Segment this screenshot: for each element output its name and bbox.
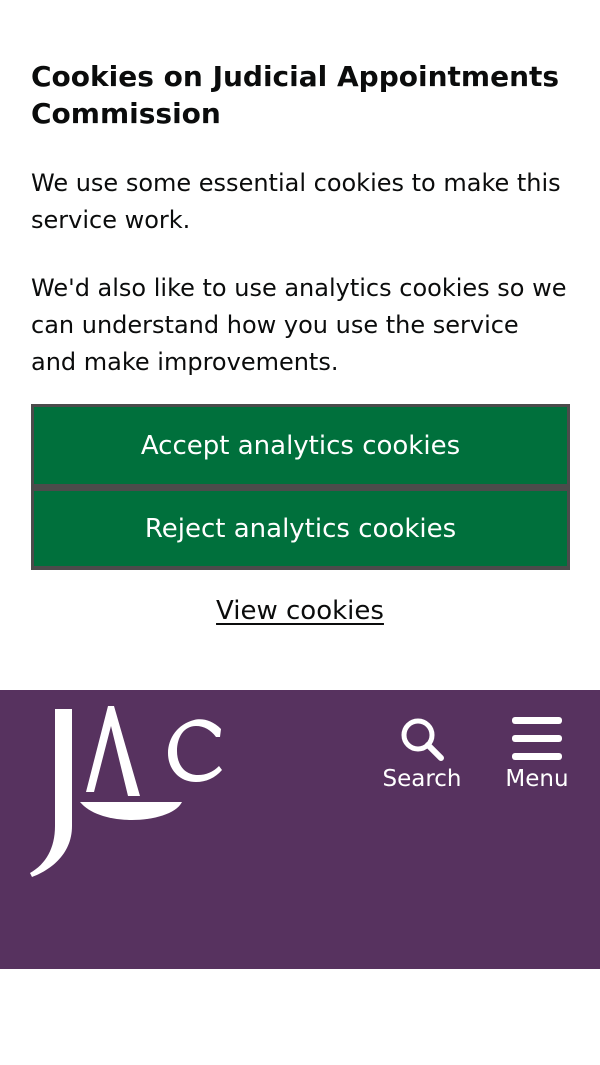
search-label: Search bbox=[382, 766, 462, 792]
accept-analytics-cookies-button[interactable]: Accept analytics cookies bbox=[31, 404, 570, 488]
jac-logo-icon bbox=[30, 706, 222, 877]
cookie-banner-title: Cookies on Judicial Appointments Commiss… bbox=[31, 60, 560, 130]
reject-analytics-cookies-button[interactable]: Reject analytics cookies bbox=[31, 488, 570, 570]
search-icon bbox=[401, 718, 444, 761]
jac-logo[interactable] bbox=[28, 706, 228, 878]
site-header: Search Menu bbox=[0, 690, 600, 969]
search-button[interactable]: Search bbox=[382, 716, 462, 792]
hamburger-menu-icon bbox=[512, 717, 562, 760]
cookie-essential-text: We use some essential cookies to make th… bbox=[31, 169, 561, 234]
menu-button[interactable]: Menu bbox=[505, 716, 569, 792]
view-cookies-link[interactable]: View cookies bbox=[216, 596, 384, 626]
menu-label: Menu bbox=[505, 766, 569, 792]
cookie-analytics-text: We'd also like to use analytics cookies … bbox=[31, 274, 567, 376]
cookie-banner: Cookies on Judicial Appointments Commiss… bbox=[0, 0, 600, 690]
view-cookies-container: View cookies bbox=[0, 596, 600, 626]
